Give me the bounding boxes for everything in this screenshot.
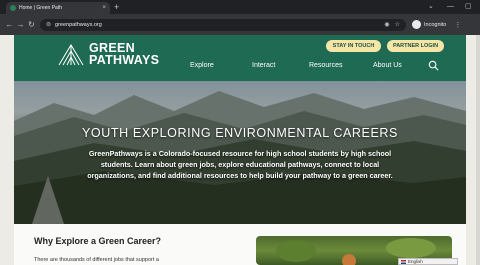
browser-toolbar: ← → ↻ ⊜ greenpathways.org ◉ ☆ Incognito … <box>0 14 480 35</box>
language-label: English <box>408 259 423 264</box>
mountain-logo-icon <box>58 44 84 66</box>
tab-search-icon[interactable]: ⌄ <box>428 1 434 13</box>
no-tracking-eye-icon[interactable]: ◉ <box>384 21 389 28</box>
nav-interact[interactable]: Interact <box>252 62 275 69</box>
search-icon[interactable] <box>428 60 439 71</box>
site-logo[interactable]: GREEN PATHWAYS <box>58 41 159 67</box>
tab-close-icon[interactable]: × <box>102 5 106 11</box>
browser-menu-icon[interactable]: ⋮ <box>454 21 461 29</box>
hero-banner: YOUTH EXPLORING ENVIRONMENTAL CAREERS Gr… <box>14 81 466 224</box>
language-selector[interactable]: English <box>398 258 458 265</box>
address-bar[interactable]: ⊜ greenpathways.org ◉ ☆ <box>40 18 406 31</box>
tab-title: Home | Green Path <box>19 5 62 11</box>
section-heading: Why Explore a Green Career? <box>34 236 162 246</box>
logo-line-pathways: PATHWAYS <box>89 53 160 67</box>
partner-login-button[interactable]: PARTNER LOGIN <box>387 40 444 52</box>
incognito-indicator[interactable]: Incognito <box>412 20 446 29</box>
nav-explore[interactable]: Explore <box>190 62 214 69</box>
forward-icon[interactable]: → <box>15 20 26 29</box>
hero-description: GreenPathways is a Colorado-focused reso… <box>87 149 393 180</box>
site-header: GREEN PATHWAYS STAY IN TOUCH PARTNER LOG… <box>14 35 466 81</box>
section-text: There are thousands of different jobs th… <box>34 257 159 263</box>
hero-title: YOUTH EXPLORING ENVIRONMENTAL CAREERS <box>82 126 398 140</box>
us-flag-icon <box>401 259 406 264</box>
stay-in-touch-button[interactable]: STAY IN TOUCH <box>326 40 381 52</box>
back-icon[interactable]: ← <box>4 20 15 29</box>
nav-about-us[interactable]: About Us <box>373 62 402 69</box>
favicon-icon <box>10 5 16 11</box>
reload-icon[interactable]: ↻ <box>26 20 37 29</box>
new-tab-button[interactable]: + <box>114 1 119 13</box>
incognito-label: Incognito <box>424 21 447 28</box>
incognito-icon <box>412 20 421 29</box>
browser-tabstrip: Home | Green Path × + ⌄ — ▢ <box>0 0 480 14</box>
nav-resources[interactable]: Resources <box>309 62 342 69</box>
bookmark-star-icon[interactable]: ☆ <box>395 21 400 28</box>
url-text: greenpathways.org <box>55 21 102 28</box>
page-scrollbar[interactable] <box>476 35 480 265</box>
minimize-button[interactable]: — <box>447 1 454 13</box>
site-info-icon[interactable]: ⊜ <box>46 21 51 28</box>
maximize-button[interactable]: ▢ <box>465 1 472 13</box>
browser-tab[interactable]: Home | Green Path × <box>6 2 110 14</box>
